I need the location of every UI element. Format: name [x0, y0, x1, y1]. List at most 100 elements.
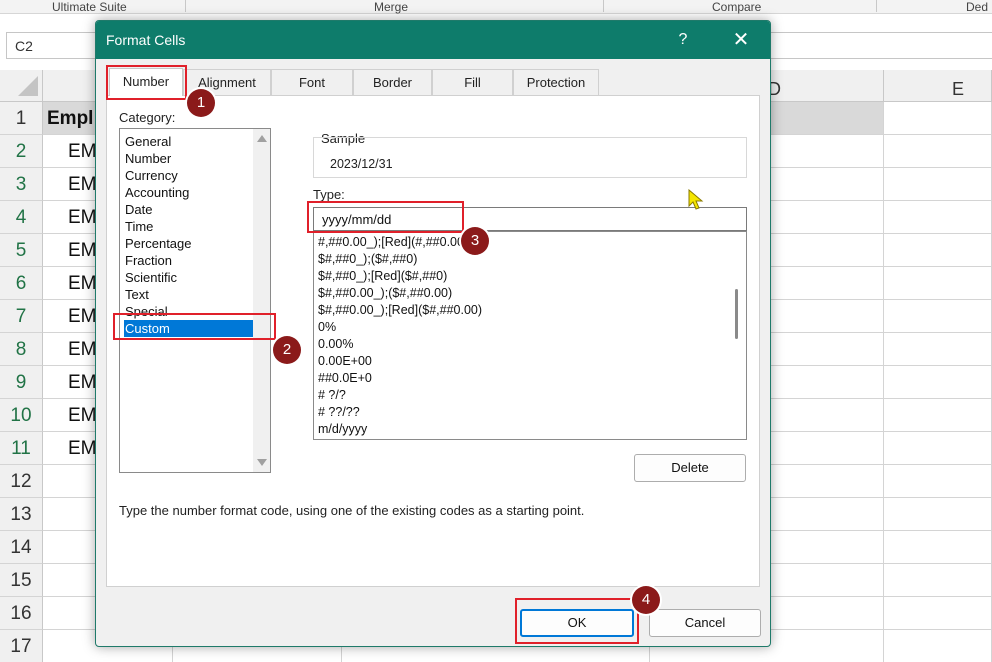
tab-protection[interactable]: Protection [513, 69, 599, 95]
grid-cell[interactable] [884, 333, 992, 366]
delete-button[interactable]: Delete [634, 454, 746, 482]
annotation-badge-4: 4 [632, 586, 660, 614]
row-header[interactable]: 4 [0, 201, 43, 234]
grid-cell[interactable] [884, 531, 992, 564]
row-header[interactable]: 3 [0, 168, 43, 201]
excel-window: Ultimate Suite Merge Compare Ded C2 D E … [0, 0, 992, 662]
category-item-time[interactable]: Time [124, 218, 255, 235]
annotation-box-ok [515, 598, 639, 644]
ribbon-group-ultimate-suite[interactable]: Ultimate Suite [52, 0, 127, 14]
category-item-currency[interactable]: Currency [124, 167, 255, 184]
name-box[interactable]: C2 [6, 32, 96, 59]
format-code-item[interactable]: 0% [318, 319, 336, 336]
annotation-box-type [307, 201, 464, 233]
category-list[interactable]: General Number Currency Accounting Date Time P… [119, 128, 271, 473]
scroll-up-icon[interactable] [257, 135, 267, 142]
tab-font[interactable]: Font [271, 69, 353, 95]
format-code-item[interactable]: #,##0.00_);[Red](#,##0.00) [318, 234, 468, 251]
grid-cell[interactable] [884, 366, 992, 399]
select-all-triangle-icon [18, 76, 38, 96]
row-header[interactable]: 14 [0, 531, 43, 564]
tab-fill[interactable]: Fill [432, 69, 513, 95]
tab-border[interactable]: Border [353, 69, 432, 95]
annotation-box-custom [113, 313, 276, 340]
row-header[interactable]: 8 [0, 333, 43, 366]
format-code-item[interactable]: $#,##0.00_);($#,##0.00) [318, 285, 452, 302]
column-header-e[interactable]: E [884, 70, 992, 102]
format-code-item[interactable]: $#,##0_);($#,##0) [318, 251, 417, 268]
format-code-list[interactable]: #,##0.00_);[Red](#,##0.00) $#,##0_);($#,#… [313, 231, 747, 440]
row-header[interactable]: 13 [0, 498, 43, 531]
category-scrollbar[interactable] [253, 129, 270, 472]
grid-cell[interactable] [884, 102, 992, 135]
mouse-pointer-icon [688, 189, 704, 210]
grid-cell[interactable] [884, 630, 992, 662]
format-code-item[interactable]: $#,##0.00_);[Red]($#,##0.00) [318, 302, 482, 319]
scroll-down-icon[interactable] [257, 459, 267, 466]
row-header[interactable]: 6 [0, 267, 43, 300]
grid-cell[interactable] [884, 564, 992, 597]
category-item-percentage[interactable]: Percentage [124, 235, 255, 252]
grid-cell[interactable] [884, 201, 992, 234]
row-header[interactable]: 12 [0, 465, 43, 498]
grid-cell[interactable] [884, 267, 992, 300]
sample-box: 2023/12/31 [313, 137, 747, 178]
row-header[interactable]: 5 [0, 234, 43, 267]
ribbon-group-merge[interactable]: Merge [374, 0, 408, 14]
grid-cell[interactable] [884, 432, 992, 465]
category-label: Category: [119, 110, 176, 125]
ribbon-separator [185, 0, 186, 12]
grid-cell[interactable] [884, 300, 992, 333]
formula-bar[interactable] [770, 32, 992, 59]
grid-cell[interactable] [884, 135, 992, 168]
grid-cell[interactable] [884, 498, 992, 531]
dialog-title-bar[interactable]: Format Cells ? ✕ [96, 21, 770, 59]
row-header[interactable]: 7 [0, 300, 43, 333]
format-code-item[interactable]: 0.00% [318, 336, 353, 353]
category-item-text[interactable]: Text [124, 286, 255, 303]
annotation-badge-1: 1 [187, 89, 215, 117]
grid-cell[interactable] [884, 168, 992, 201]
cancel-button[interactable]: Cancel [649, 609, 761, 637]
format-scrollbar[interactable] [729, 232, 746, 439]
grid-cell[interactable] [884, 597, 992, 630]
annotation-badge-2: 2 [273, 336, 301, 364]
format-code-item[interactable]: # ??/?? [318, 404, 360, 421]
category-item-accounting[interactable]: Accounting [124, 184, 255, 201]
close-button[interactable]: ✕ [724, 27, 758, 53]
category-item-fraction[interactable]: Fraction [124, 252, 255, 269]
row-header[interactable]: 9 [0, 366, 43, 399]
format-code-item[interactable]: ##0.0E+0 [318, 370, 372, 387]
annotation-box-number-tab [106, 65, 187, 100]
row-header[interactable]: 1 [0, 102, 43, 135]
grid-cell[interactable] [884, 465, 992, 498]
category-item-number[interactable]: Number [124, 150, 255, 167]
sample-value: 2023/12/31 [330, 157, 393, 171]
ribbon-separator [603, 0, 604, 12]
category-item-date[interactable]: Date [124, 201, 255, 218]
row-header[interactable]: 2 [0, 135, 43, 168]
format-scroll-thumb[interactable] [735, 289, 738, 339]
format-code-item[interactable]: # ?/? [318, 387, 346, 404]
ribbon-bar: Ultimate Suite Merge Compare Ded [0, 0, 992, 14]
ribbon-group-ded[interactable]: Ded [966, 0, 988, 14]
ribbon-separator [876, 0, 877, 12]
row-header[interactable]: 11 [0, 432, 43, 465]
category-item-scientific[interactable]: Scientific [124, 269, 255, 286]
format-code-item[interactable]: 0.00E+00 [318, 353, 372, 370]
row-header[interactable]: 17 [0, 630, 43, 662]
type-label: Type: [313, 187, 345, 202]
format-code-item[interactable]: m/d/yyyy [318, 421, 367, 438]
category-item-general[interactable]: General [124, 133, 255, 150]
format-hint-text: Type the number format code, using one o… [119, 503, 585, 518]
row-header[interactable]: 15 [0, 564, 43, 597]
ribbon-group-compare[interactable]: Compare [712, 0, 761, 14]
annotation-badge-3: 3 [461, 227, 489, 255]
help-button[interactable]: ? [668, 29, 698, 51]
dialog-title: Format Cells [106, 32, 186, 48]
format-code-item[interactable]: $#,##0_);[Red]($#,##0) [318, 268, 447, 285]
grid-cell[interactable] [884, 234, 992, 267]
grid-cell[interactable] [884, 399, 992, 432]
row-header[interactable]: 16 [0, 597, 43, 630]
row-header[interactable]: 10 [0, 399, 43, 432]
